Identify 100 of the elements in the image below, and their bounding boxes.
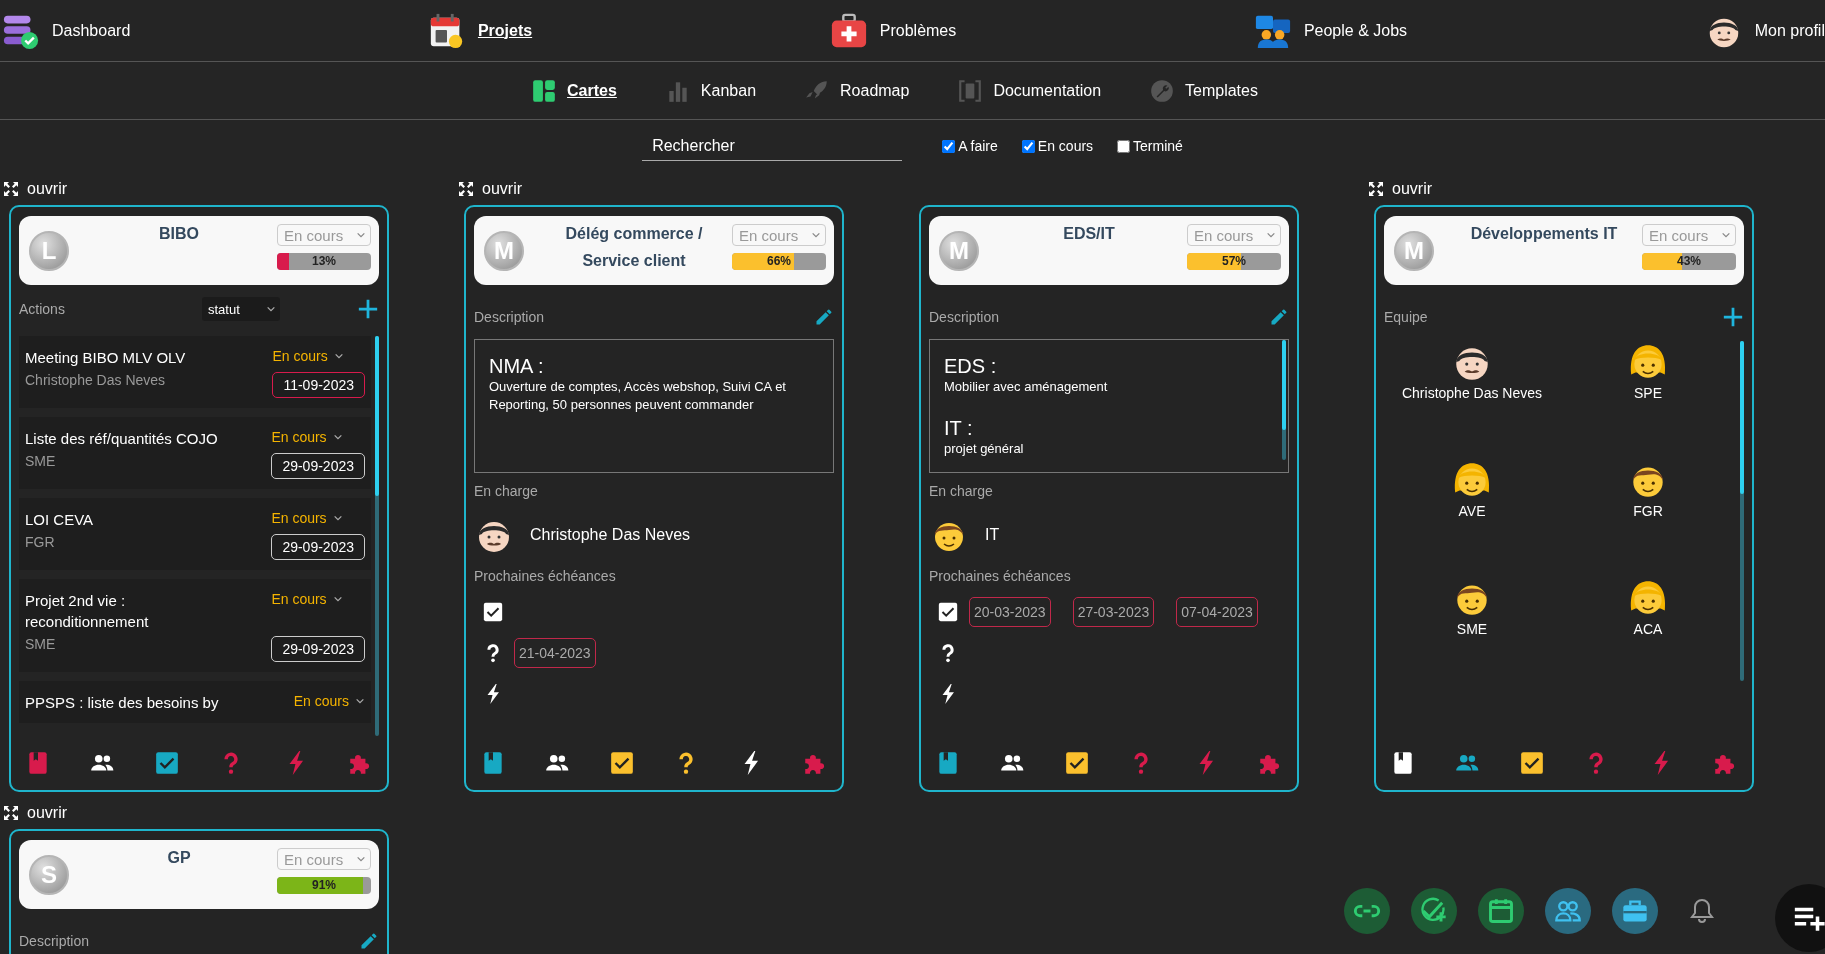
deadline-date[interactable]: 07-04-2023 [1176, 597, 1258, 627]
add-task-button[interactable] [1411, 888, 1457, 934]
team-button[interactable] [1545, 888, 1591, 934]
checkbox-icon[interactable] [937, 601, 959, 623]
checkbox-icon[interactable] [482, 601, 504, 623]
edit-icon[interactable] [1269, 307, 1289, 327]
checkbox[interactable] [942, 139, 956, 153]
action-card[interactable]: PPSPS : liste des besoins by En cours [19, 681, 371, 723]
filter-label: Terminé [1133, 138, 1183, 154]
action-card[interactable]: Liste des réf/quantités COJO En cours SME 29-09-2023 [19, 417, 371, 489]
section-label: Description [474, 309, 545, 325]
chevron-icon [332, 513, 343, 523]
add-to-list-button[interactable] [1775, 884, 1825, 952]
description-heading: IT : [944, 416, 974, 440]
deadline-date[interactable]: 20-03-2023 [969, 597, 1051, 627]
search-field[interactable]: Rechercher [642, 131, 903, 161]
view-tab[interactable]: Templates [1149, 77, 1258, 104]
checkbox-icon[interactable] [1063, 750, 1090, 776]
status-dropdown[interactable]: En cours [271, 509, 365, 527]
sort-select[interactable]: statut [201, 297, 280, 321]
due-date[interactable]: 11-09-2023 [272, 372, 365, 398]
due-date[interactable]: 29-09-2023 [271, 453, 365, 479]
open-link[interactable]: ouvrir [1368, 179, 1432, 198]
scrollbar[interactable] [1282, 340, 1286, 460]
project-title: BIBO [158, 224, 200, 244]
expand-icon[interactable] [458, 180, 474, 197]
description-text: projet général [944, 440, 1025, 458]
link-button[interactable] [1344, 888, 1390, 934]
checkbox-icon[interactable] [1518, 750, 1545, 776]
status-dropdown[interactable]: En cours [271, 428, 365, 446]
view-tab[interactable]: Roadmap [804, 77, 910, 104]
open-link[interactable]: ouvrir [3, 803, 67, 822]
letter-logo: M [1394, 230, 1434, 271]
notification-bell-icon[interactable] [1690, 898, 1714, 924]
nav-tab[interactable]: Mon profil [1702, 11, 1825, 50]
checkbox[interactable] [1117, 139, 1131, 153]
status-dropdown[interactable]: En cours [272, 347, 365, 365]
chevron-icon [333, 351, 344, 361]
view-tab[interactable]: Cartes [531, 77, 617, 104]
chevron-icon [356, 230, 366, 240]
filter-label: A faire [958, 138, 998, 154]
calendar-icon [1487, 897, 1515, 925]
grid-layout-icon [531, 77, 558, 104]
briefcase-button[interactable] [1612, 888, 1658, 934]
checkbox[interactable] [1021, 139, 1035, 153]
section-label: Prochaines échéances [929, 568, 1072, 586]
progress-label: 91% [311, 878, 337, 892]
scrollbar[interactable] [375, 336, 379, 736]
section-label: Actions [19, 301, 65, 317]
section-label: Equipe [1384, 309, 1428, 325]
due-date[interactable]: 29-09-2023 [271, 534, 365, 560]
status-dropdown[interactable]: En cours [293, 692, 365, 710]
progress-label: 13% [311, 254, 337, 268]
checkbox-icon[interactable] [608, 750, 635, 776]
project-title: Délég commerce / Service client [564, 224, 704, 271]
view-tab[interactable]: Kanban [664, 77, 757, 104]
action-title: Meeting BIBO MLV OLV [25, 348, 187, 368]
open-link[interactable]: ouvrir [3, 179, 67, 198]
member-name: FGR [1633, 503, 1663, 519]
view-tab[interactable]: Documentation [957, 77, 1102, 104]
member-name: SME [1456, 621, 1488, 637]
action-owner: Christophe Das Neves [25, 372, 167, 388]
expand-icon[interactable] [1368, 180, 1384, 197]
nav-tab[interactable]: People & Jobs [1251, 11, 1408, 50]
chevron-icon [355, 696, 365, 706]
deadline-date[interactable]: 21-04-2023 [514, 638, 596, 668]
chevron-icon [265, 304, 276, 314]
nav-tab[interactable]: Problèmes [827, 11, 957, 50]
deadline-date[interactable]: 27-03-2023 [1072, 597, 1155, 627]
member-name: SPE [1634, 385, 1662, 401]
action-owner: FGR [25, 534, 56, 550]
description-heading: EDS : [944, 354, 998, 378]
expand-icon[interactable] [3, 180, 19, 197]
scrollbar[interactable] [1740, 341, 1744, 681]
action-card[interactable]: Meeting BIBO MLV OLV En cours Christophe Das Neves 11-09-2023 [19, 336, 371, 408]
open-link[interactable]: ouvrir [458, 179, 522, 198]
expand-icon[interactable] [3, 804, 19, 821]
description-heading: NMA : [489, 354, 545, 378]
edit-icon[interactable] [814, 307, 834, 327]
nav-tab[interactable]: Dashboard [0, 11, 131, 50]
plus-icon[interactable] [1722, 306, 1744, 328]
member-name: ACA [1633, 621, 1663, 637]
action-title: LOI CEVA [25, 510, 95, 530]
checkbox-icon[interactable] [153, 750, 180, 776]
project-title: GP [166, 848, 192, 868]
status-dropdown[interactable]: En cours [271, 590, 365, 608]
person-name: Christophe Das Neves [530, 526, 691, 544]
section-label: En charge [929, 483, 994, 501]
progress-label: 66% [766, 254, 792, 268]
section-label: En charge [474, 483, 539, 501]
member-name: AVE [1458, 503, 1486, 519]
plus-icon[interactable] [357, 298, 379, 320]
due-date[interactable]: 29-09-2023 [271, 636, 365, 662]
chevron-icon [811, 230, 821, 240]
nav-tab[interactable]: Projets [425, 11, 533, 50]
edit-icon[interactable] [359, 931, 379, 951]
document-icon [957, 77, 984, 104]
action-card[interactable]: LOI CEVA En cours FGR 29-09-2023 [19, 498, 371, 570]
action-card[interactable]: Projet 2nd vie : reconditionnement En cours SME 29-09-2023 [19, 579, 371, 672]
calendar-button[interactable] [1478, 888, 1524, 934]
